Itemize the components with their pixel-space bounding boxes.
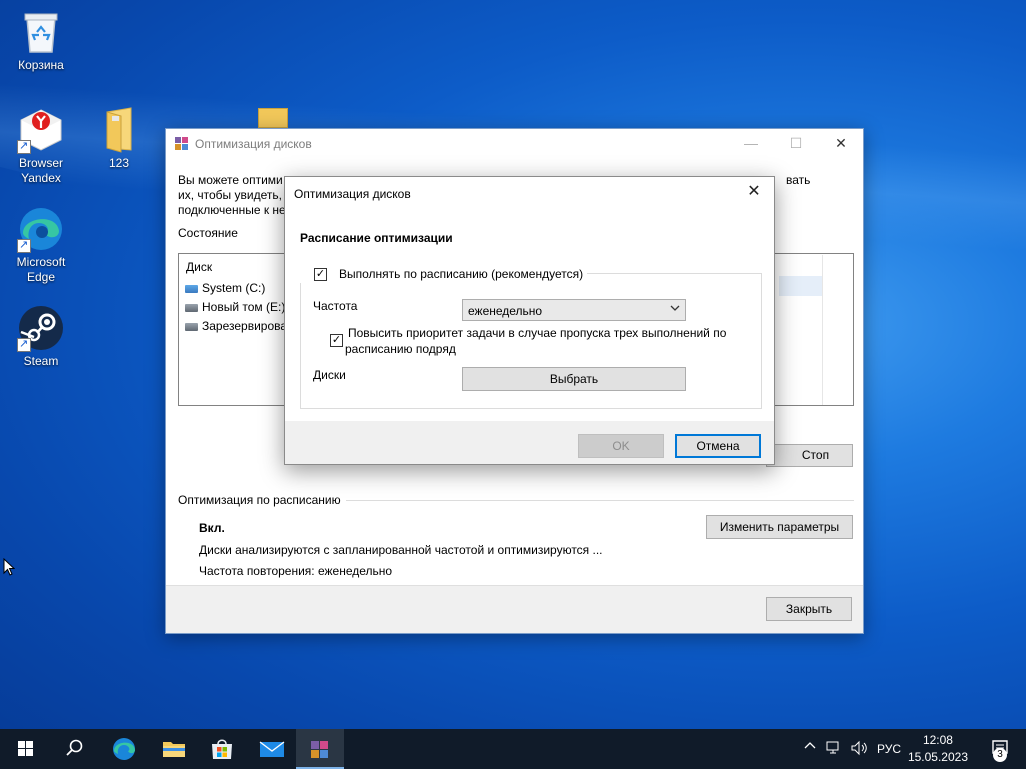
taskbar-store[interactable] <box>198 729 246 769</box>
dialog-heading: Расписание оптимизации <box>300 231 453 245</box>
stop-button-label: Стоп <box>801 448 830 462</box>
store-icon <box>212 739 232 759</box>
taskbar-mail[interactable] <box>248 729 296 769</box>
schedule-frequency: Частота повторения: еженедельно <box>199 564 393 578</box>
main-window-footer: Закрыть <box>166 585 863 633</box>
clock[interactable]: 12:08 15.05.2023 <box>908 732 968 766</box>
desktop-icon-browser-yandex[interactable]: BrowserYandex <box>3 106 79 186</box>
recycle-bin-icon <box>17 8 65 56</box>
shortcut-arrow-icon <box>17 238 31 253</box>
frequency-select-value: еженедельно <box>468 304 543 318</box>
taskbar-file-explorer[interactable] <box>150 729 198 769</box>
clock-time: 12:08 <box>922 733 953 747</box>
steam-icon <box>17 304 65 352</box>
desktop-icon-folder-partial[interactable] <box>258 108 288 128</box>
status-section-label: Состояние <box>178 226 238 240</box>
windows-drive-icon <box>185 284 198 293</box>
list-item-system-c[interactable]: System (C:) <box>185 279 265 298</box>
frequency-label: Частота <box>313 299 358 313</box>
list-item-label: Зарезервирова <box>202 319 288 333</box>
disks-label: Диски <box>313 368 346 382</box>
choose-disks-label: Выбрать <box>549 372 599 386</box>
close-button[interactable]: Закрыть <box>766 597 852 621</box>
column-header-disk[interactable]: Диск <box>186 260 212 274</box>
chevron-down-icon <box>670 303 680 316</box>
chevron-up-icon[interactable] <box>804 740 816 755</box>
taskbar: РУС 12:08 15.05.2023 3 <box>0 729 1026 769</box>
edge-icon <box>17 205 65 253</box>
cancel-button-label: Отмена <box>696 439 740 453</box>
schedule-section-divider <box>346 500 854 501</box>
network-icon[interactable] <box>826 740 842 759</box>
shortcut-arrow-icon <box>17 139 31 154</box>
list-item-reserved[interactable]: Зарезервирова <box>185 317 287 336</box>
notification-badge: 3 <box>993 748 1007 762</box>
desktop-icon-label: Корзина <box>18 58 64 72</box>
drive-icon <box>185 322 198 331</box>
raise-priority-checkbox[interactable]: ✓ <box>330 334 343 347</box>
taskbar-defrag-active[interactable] <box>296 729 344 769</box>
action-center-button[interactable]: 3 <box>980 729 1020 769</box>
search-button[interactable] <box>50 729 98 769</box>
list-row-highlight <box>779 276 823 296</box>
minimize-button[interactable]: — <box>728 129 774 159</box>
defrag-app-icon <box>175 137 189 151</box>
schedule-dialog: Оптимизация дисков ✕ Расписание оптимиза… <box>284 176 775 465</box>
desktop-icon-label: Browser Yandex <box>18 156 63 185</box>
windows-logo-icon <box>18 741 33 756</box>
frequency-select[interactable]: еженедельно <box>462 299 686 321</box>
list-item-label: Новый том (E:) <box>202 300 286 314</box>
cancel-button[interactable]: Отмена <box>675 434 761 458</box>
list-column-divider <box>822 255 823 405</box>
raise-priority-label-line1: Повысить приоритет задачи в случае пропу… <box>348 326 727 340</box>
shortcut-arrow-icon <box>17 337 31 352</box>
desktop-icon-label: Steam <box>23 354 59 368</box>
run-on-schedule-checkbox[interactable]: ✓ <box>314 268 327 281</box>
desktop-icon-microsoft-edge[interactable]: MicrosoftEdge <box>3 205 79 285</box>
yandex-browser-icon <box>17 106 65 154</box>
schedule-state: Вкл. <box>199 521 225 535</box>
list-item-label: System (C:) <box>202 281 266 295</box>
run-on-schedule-row[interactable]: ✓ Выполнять по расписанию (рекомендуется… <box>299 265 588 283</box>
edge-icon <box>113 738 135 760</box>
volume-icon[interactable] <box>850 740 868 759</box>
main-window-titlebar[interactable]: Оптимизация дисков — ☐ ✕ <box>166 129 863 159</box>
desktop-icon-label: 123 <box>108 156 130 170</box>
stop-button[interactable]: Стоп <box>766 444 853 467</box>
drive-icon <box>185 303 198 312</box>
schedule-section-label: Оптимизация по расписанию <box>178 493 341 507</box>
desktop-icon-steam[interactable]: Steam <box>3 304 79 369</box>
desktop-icon-recycle-bin[interactable]: Корзина <box>3 8 79 73</box>
ok-button-label: OK <box>612 439 630 453</box>
description-line-1: Вы можете оптими <box>178 173 283 187</box>
dialog-footer: OK Отмена <box>285 421 774 464</box>
raise-priority-label-line2: расписанию подряд <box>345 342 456 356</box>
desktop-icon-label: Microsoft Edge <box>16 255 66 284</box>
folder-icon <box>163 742 185 757</box>
list-item-new-volume-e[interactable]: Новый том (E:) <box>185 298 285 317</box>
schedule-description: Диски анализируются с запланированной ча… <box>199 543 603 557</box>
main-window-title: Оптимизация дисков <box>195 137 312 151</box>
description-line-1-end: вать <box>786 173 811 187</box>
mail-icon <box>259 741 285 757</box>
mouse-cursor <box>3 557 16 579</box>
choose-disks-button[interactable]: Выбрать <box>462 367 686 391</box>
close-window-button[interactable]: ✕ <box>818 129 864 159</box>
defrag-app-icon <box>311 741 328 758</box>
start-button[interactable] <box>2 729 50 769</box>
close-button-label: Закрыть <box>785 602 833 616</box>
input-language-indicator[interactable]: РУС <box>877 742 901 756</box>
desktop-icon-folder-123[interactable]: 123 <box>81 106 157 171</box>
folder-icon <box>95 106 143 154</box>
run-on-schedule-label: Выполнять по расписанию (рекомендуется) <box>339 267 584 281</box>
ok-button[interactable]: OK <box>578 434 664 458</box>
taskbar-edge[interactable] <box>100 729 148 769</box>
search-icon <box>66 739 83 756</box>
clock-date: 15.05.2023 <box>907 750 968 764</box>
change-parameters-label: Изменить параметры <box>719 520 840 534</box>
change-parameters-button[interactable]: Изменить параметры <box>706 515 853 539</box>
dialog-title: Оптимизация дисков <box>294 187 411 201</box>
dialog-close-icon[interactable]: ✕ <box>740 180 768 204</box>
maximize-button[interactable]: ☐ <box>773 129 819 159</box>
